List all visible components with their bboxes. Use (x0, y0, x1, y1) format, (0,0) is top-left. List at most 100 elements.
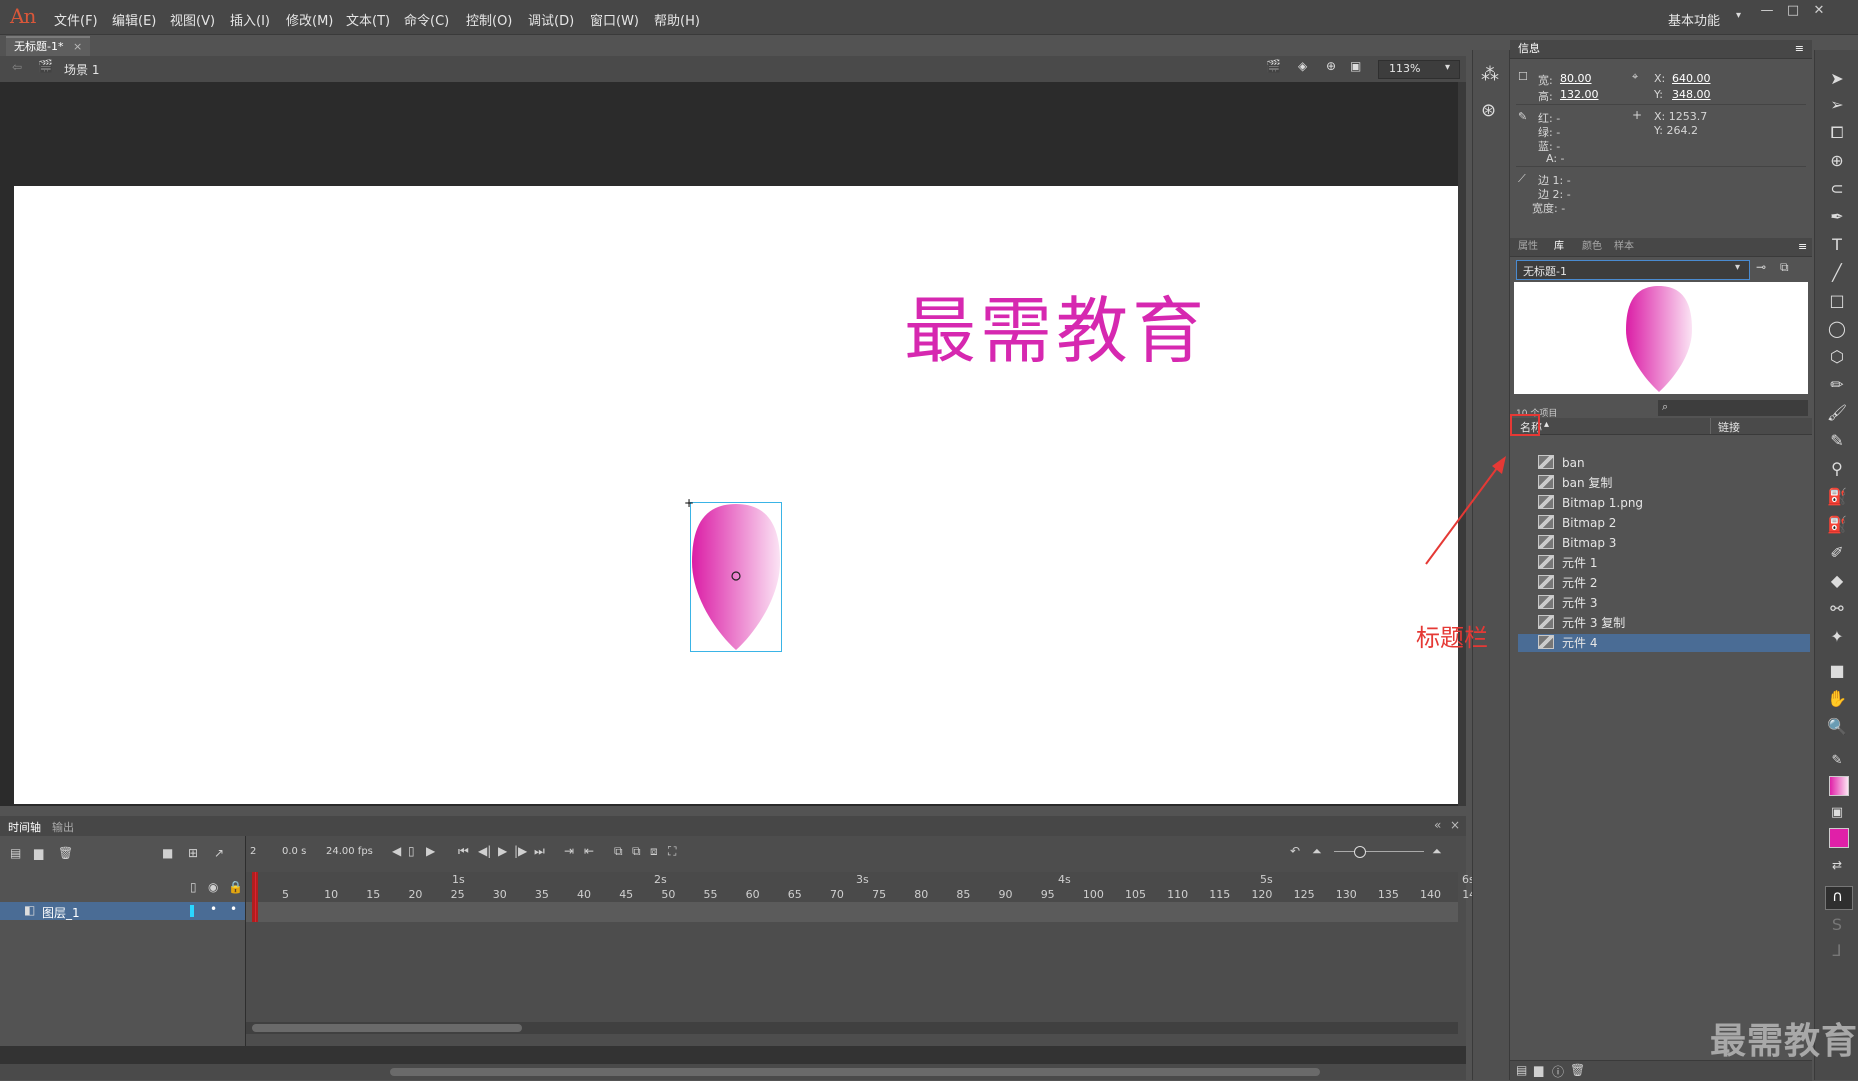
fill-color-swatch[interactable] (1829, 828, 1849, 848)
stage-vertical-scrollbar[interactable] (1458, 82, 1466, 806)
new-folder-icon[interactable]: ▆ (34, 846, 43, 860)
stroke-color-swatch[interactable] (1829, 776, 1849, 796)
new-folder-icon[interactable]: ▆ (1534, 1063, 1543, 1077)
frame-rate[interactable]: 24.00 fps (326, 846, 373, 857)
motion-presets-icon[interactable]: ⁂ (1481, 64, 1499, 85)
minimize-icon[interactable]: — (1754, 3, 1780, 23)
menu-control[interactable]: 控制(O) (466, 10, 512, 29)
step-forward-icon[interactable]: |▶ (514, 844, 527, 858)
stage-text[interactable]: 最需教育 (904, 272, 1208, 377)
undo-icon[interactable]: ↶ (1290, 844, 1300, 858)
library-item[interactable]: 元件 4 (1518, 634, 1810, 652)
back-arrow-icon[interactable]: ⇦ (12, 60, 22, 74)
tab-swatches[interactable]: 样本 (1614, 238, 1634, 256)
text-tool-icon[interactable]: T (1823, 234, 1851, 256)
new-symbol-icon[interactable]: ▤ (1516, 1063, 1527, 1077)
library-item[interactable]: Bitmap 3 (1518, 534, 1810, 552)
panel-collapse-icon[interactable]: « (1434, 818, 1441, 832)
tab-timeline[interactable]: 时间轴 (8, 819, 41, 835)
prev-keyframe-icon[interactable]: ◀ (392, 844, 401, 858)
snap-magnet-button[interactable]: ∩ (1825, 886, 1853, 910)
asset-warp-tool-icon[interactable]: ✦ (1823, 626, 1851, 648)
library-item[interactable]: 元件 2 (1518, 574, 1810, 592)
delete-icon[interactable]: 🗑 (1570, 1063, 1585, 1077)
height-value[interactable]: 132.00 (1560, 88, 1599, 101)
outline-toggle-icon[interactable]: ▯ (190, 880, 197, 894)
play-icon[interactable]: ▶ (498, 844, 507, 858)
menu-file[interactable]: 文件(F) (54, 10, 98, 29)
tab-output[interactable]: 输出 (52, 819, 74, 835)
straighten-icon[interactable]: ⅃ (1823, 940, 1851, 962)
panel-menu-icon[interactable]: ≡ (1798, 238, 1807, 256)
timeline-zoom-handle[interactable] (1354, 846, 1366, 858)
current-frame[interactable]: 2 (250, 846, 256, 857)
oval-tool-icon[interactable]: ◯ (1823, 318, 1851, 340)
polystar-tool-icon[interactable]: ⬡ (1823, 346, 1851, 368)
paint-brush-tool-icon[interactable]: 🖌 (1823, 402, 1851, 424)
timeline-zoom-slider[interactable] (1334, 851, 1424, 852)
insert-keyframe-icon[interactable]: ▯ (408, 844, 415, 858)
zoom-in-icon[interactable]: ⏶ (1432, 844, 1442, 859)
layer-row[interactable]: ◧ 图层_1 • • (0, 902, 245, 920)
library-search-input[interactable]: ⌕ (1658, 400, 1808, 416)
first-frame-icon[interactable]: ⏮ (458, 844, 469, 859)
width-tool-icon[interactable]: ⚯ (1823, 598, 1851, 620)
library-item[interactable]: 元件 3 复制 (1518, 614, 1810, 632)
ink-bottle-tool-icon[interactable]: ⛽ (1823, 514, 1851, 536)
lock-icon[interactable]: 🔒 (228, 880, 243, 894)
swap-colors-icon[interactable]: ⇄ (1823, 854, 1851, 876)
library-item[interactable]: ban 复制 (1518, 474, 1810, 492)
zoom-select[interactable]: 113% ▾ (1378, 60, 1460, 79)
camera-tool-icon[interactable]: ■ (1823, 660, 1851, 682)
maximize-icon[interactable]: □ (1780, 3, 1806, 23)
line-tool-icon[interactable]: ╱ (1823, 262, 1851, 284)
menu-edit[interactable]: 编辑(E) (112, 10, 156, 29)
pencil-tool-icon[interactable]: ✏ (1823, 374, 1851, 396)
panel-close-icon[interactable]: × (1450, 818, 1460, 832)
free-transform-tool-icon[interactable]: ⧠ (1823, 122, 1851, 144)
clip-icon[interactable]: ▣ (1350, 59, 1361, 73)
library-item[interactable]: 元件 3 (1518, 594, 1810, 612)
menu-window[interactable]: 窗口(W) (590, 10, 639, 29)
selection-tool-icon[interactable]: ➤ (1823, 68, 1851, 90)
layer-name[interactable]: 图层_1 (42, 904, 80, 921)
info-panel-title[interactable]: 信息 (1518, 42, 1540, 55)
edit-scene-icon[interactable]: 🎬 (1266, 59, 1281, 73)
library-document-select[interactable]: 无标题-1 ▾ (1516, 260, 1750, 280)
new-library-panel-icon[interactable]: ⧉ (1780, 260, 1789, 275)
menu-commands[interactable]: 命令(C) (404, 10, 449, 29)
onion-skin-icon[interactable]: ⧉ (614, 844, 623, 859)
layer-visible-dot[interactable]: • (210, 902, 217, 916)
delete-layer-icon[interactable]: 🗑 (58, 846, 73, 860)
paint-bucket-tool-icon[interactable]: ⛽ (1823, 486, 1851, 508)
bone-tool-icon[interactable]: ⚲ (1823, 458, 1851, 480)
hand-tool-icon[interactable]: ✋ (1823, 688, 1851, 710)
document-tab[interactable]: 无标题-1* × (6, 36, 91, 56)
center-frame-icon[interactable]: ⇤ (584, 844, 594, 858)
layer-lock-dot[interactable]: • (230, 902, 237, 916)
last-frame-icon[interactable]: ⏭ (534, 844, 545, 859)
panel-menu-icon[interactable]: ≡ (1795, 40, 1804, 58)
library-item[interactable]: ban (1518, 454, 1810, 472)
menu-view[interactable]: 视图(V) (170, 10, 215, 29)
menu-text[interactable]: 文本(T) (346, 10, 390, 29)
loop-icon[interactable]: ⇥ (564, 844, 574, 858)
subselection-tool-icon[interactable]: ➢ (1823, 94, 1851, 116)
workspace-switcher[interactable]: 基本功能 (1668, 10, 1720, 29)
step-back-icon[interactable]: ◀| (478, 844, 491, 858)
menu-modify[interactable]: 修改(M) (286, 10, 333, 29)
scene-label[interactable]: 场景 1 (64, 61, 99, 78)
3d-rotation-tool-icon[interactable]: ⊕ (1823, 150, 1851, 172)
menu-help[interactable]: 帮助(H) (654, 10, 700, 29)
frame-row[interactable] (246, 902, 1458, 922)
pin-icon[interactable]: ⊸ (1756, 260, 1766, 274)
cc-libraries-icon[interactable]: ⊛ (1481, 100, 1496, 121)
x-value[interactable]: 640.00 (1672, 72, 1711, 85)
camera-icon[interactable]: ■ (162, 846, 173, 860)
zoom-tool-icon[interactable]: 🔍 (1823, 716, 1851, 738)
stage-scroll-thumb[interactable] (390, 1068, 1320, 1076)
library-item[interactable]: Bitmap 1.png (1518, 494, 1810, 512)
properties-icon[interactable]: ⓘ (1552, 1063, 1564, 1080)
menu-debug[interactable]: 调试(D) (528, 10, 574, 29)
center-stage-icon[interactable]: ⊕ (1326, 59, 1336, 73)
